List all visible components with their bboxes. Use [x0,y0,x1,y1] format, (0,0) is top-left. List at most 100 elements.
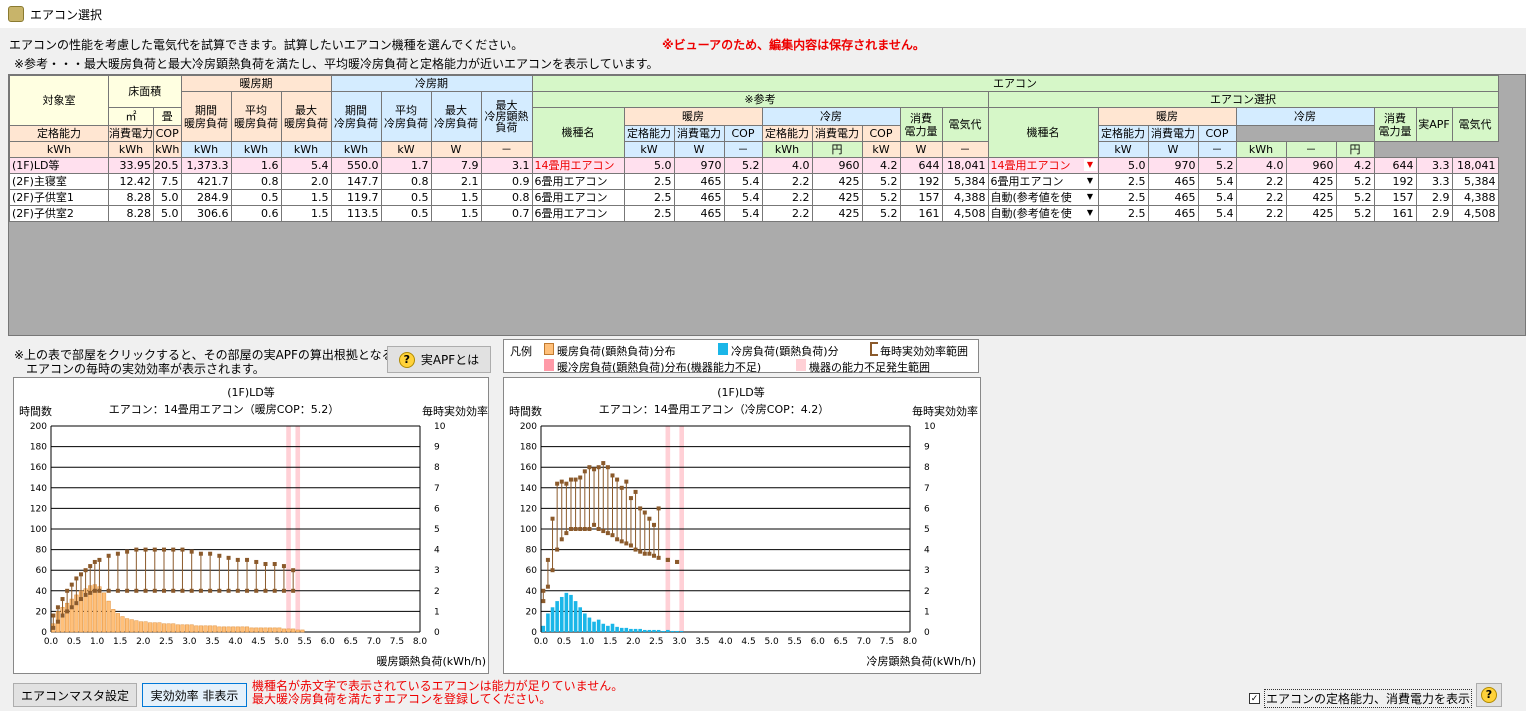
chart-note-line2: エアコンの毎時の実効効率が表示されます。 [26,362,265,376]
table-row[interactable]: (2F)子供室1 8.28 5.0 284.9 0.5 1.5 119.7 0.5 1.5 0.8… [9,189,1499,206]
chart-note-line1: ※上の表で部屋をクリックすると、その部屋の実APFの算出根拠となる [14,348,394,362]
y-tick-label: 100 [30,525,47,535]
y2-tick-label: 7 [924,484,930,494]
histogram-bar [97,586,102,633]
y-axis-label: 時間数 [509,405,542,418]
efficiency-max-marker [610,473,615,478]
efficiency-min-marker [592,522,597,527]
grid-cell: 20.5 [153,157,182,174]
col-sel-cost: 電気代 [1451,107,1499,142]
grid-cell: 2.2 [1235,205,1287,222]
efficiency-min-marker [545,584,550,589]
chart-subtitle: エアコン：14畳用エアコン（冷房COP：4.2） [599,403,829,416]
col-sel-cool-rated: 定格能力 [1097,125,1149,142]
checkbox-check-icon[interactable]: ✓ [1249,693,1260,704]
x-tick-label: 3.5 [695,637,709,647]
grid-cell: 14畳用エアコン [531,157,625,174]
efficiency-min-marker [559,537,564,542]
efficiency-max-marker [83,568,88,573]
x-tick-label: 8.0 [413,637,428,647]
efficiency-max-marker [652,522,657,527]
y-tick-label: 100 [520,525,537,535]
unit-cell: － [723,141,763,158]
model-select[interactable]: 自動(参考値を使 ▼ [987,189,1099,206]
x-axis-label: 冷房顕熱負荷(kWh/h) [867,655,976,668]
col-sel-cooling: 冷房 [1235,107,1375,126]
grid-cell: 5.2 [861,173,901,190]
model-select[interactable]: 14畳用エアコン ▼ [987,157,1099,174]
grid-cell: 1,373.3 [180,157,232,174]
x-tick-label: 4.5 [741,637,755,647]
grid-cell: 0.8 [480,189,533,206]
table-row[interactable]: (2F)子供室2 8.28 5.0 306.6 0.6 1.5 113.5 0.5 1.5 0.7… [9,205,1499,222]
efficiency-min-marker [254,588,259,593]
efficiency-max-marker [541,588,546,593]
efficiency-max-marker [180,547,185,552]
grid-cell: 1.5 [430,189,482,206]
efficiency-min-marker [55,619,60,624]
efficiency-max-marker [615,477,620,482]
x-tick-label: 5.5 [788,637,802,647]
y2-tick-label: 10 [434,422,446,432]
y2-tick-label: 6 [924,504,930,514]
efficiency-max-marker [568,477,573,482]
histogram-bar [235,626,240,633]
chevron-down-icon[interactable]: ▼ [1083,191,1097,203]
grid-cell: 4,388 [941,189,989,206]
grid-cell: 5.2 [1335,205,1375,222]
histogram-bar [258,627,263,633]
histogram-bar [564,592,569,632]
grid-cell: 157 [1373,189,1417,206]
col-ref-cooling: 冷房 [761,107,901,126]
real-apf-help-button[interactable]: ? 実APFとは [387,346,491,373]
efficiency-toggle-button[interactable]: 実効効率 非表示 [142,683,247,707]
model-select[interactable]: 6畳用エアコン ▼ [987,173,1099,190]
aircon-master-button[interactable]: エアコンマスタ設定 [13,683,137,707]
chevron-down-icon[interactable]: ▼ [1083,175,1097,187]
col-ref-model: 機種名 [531,107,625,158]
unit-cell: kW [623,141,675,158]
col-room: 対象室 [9,75,109,126]
efficiency-max-marker [582,469,587,474]
efficiency-min-marker [125,588,130,593]
x-tick-label: 1.5 [113,637,127,647]
chevron-down-icon[interactable]: ▼ [1083,207,1097,219]
y2-tick-label: 3 [434,566,440,576]
capacity-warning-line2: 最大暖冷房負荷を満たすエアコンを登録してください。 [252,692,552,706]
y2-tick-label: 2 [924,587,930,597]
grid-cell: 5.2 [1197,157,1237,174]
table-row[interactable]: (2F)主寝室 12.42 7.5 421.7 0.8 2.0 147.7 0.8 2.1 0.9… [9,173,1499,190]
legend-efficiency-icon [870,342,878,356]
grid-cell: 2.2 [761,189,813,206]
histogram-bar [198,625,203,633]
col-selection: エアコン選択 [987,91,1499,108]
unit-cell: kWh [108,141,154,158]
efficiency-min-marker [134,588,139,593]
grid-cell: 425 [1285,205,1337,222]
histogram-bar [244,626,250,633]
model-select[interactable]: 自動(参考値を使 ▼ [987,205,1099,222]
efficiency-max-marker [78,572,83,577]
histogram-bar [541,625,546,632]
table-row[interactable]: (1F)LD等 33.95 20.5 1,373.3 1.6 5.4 550.0 1.7 7.9… [9,157,1499,174]
grid-cell: 5.2 [1335,189,1375,206]
y2-tick-label: 8 [924,463,930,473]
show-rated-checkbox[interactable]: ✓ エアコンの定格能力、消費電力を表示 [1249,689,1473,708]
unit-m2: ㎡ [108,107,154,126]
grid-cell: 2.5 [1097,189,1149,206]
chevron-down-icon[interactable]: ▼ [1083,159,1097,171]
histogram-bar [281,628,286,633]
histogram-bar [226,626,231,633]
histogram-bar [610,623,615,632]
legend-cool-label: 冷房負荷(顕熱負荷)分 [731,345,839,358]
col-heating-period: 暖房期 [180,75,332,92]
unit-cell: － [941,141,989,158]
y-tick-label: 200 [520,422,537,432]
unit-cell: kW [861,141,901,158]
histogram-bar [166,623,171,633]
help-button[interactable]: ? [1476,683,1502,707]
efficiency-max-marker [115,551,120,556]
efficiency-min-marker [564,531,569,536]
efficiency-max-marker [226,555,231,560]
col-ref-cool-cop: COP [723,125,763,142]
